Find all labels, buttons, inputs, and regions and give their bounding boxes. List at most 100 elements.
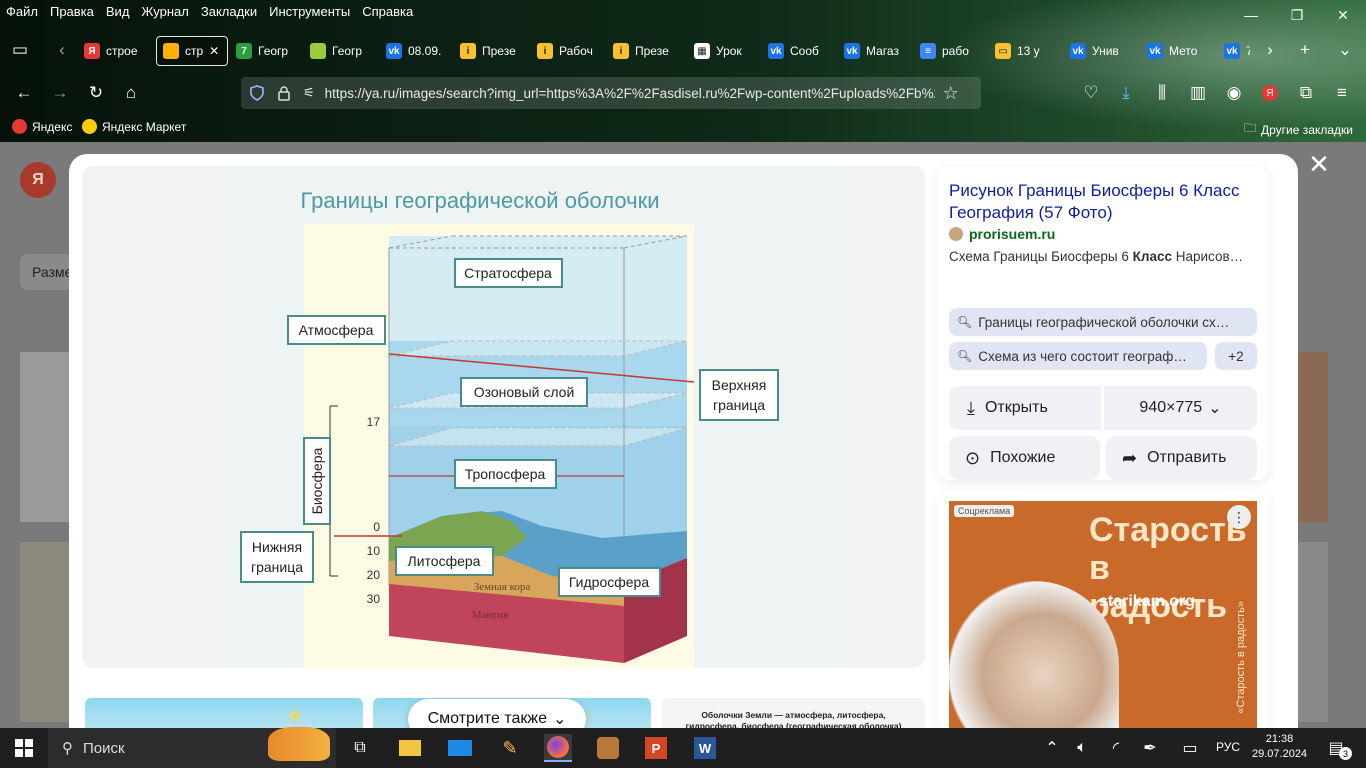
tab[interactable]: vk Мето xyxy=(1147,36,1211,66)
tabs-scroll-left-button[interactable]: ‹ xyxy=(48,36,76,64)
side-thumb[interactable] xyxy=(1298,542,1328,722)
bookmark-market[interactable]: Яндекс Маркет xyxy=(82,119,186,134)
bookmark-yandex[interactable]: Яндекс xyxy=(12,119,72,134)
tab[interactable]: Геогр xyxy=(310,36,374,66)
menu-help[interactable]: Справка xyxy=(356,4,419,19)
game-icon xyxy=(597,737,619,759)
menu-tools[interactable]: Инструменты xyxy=(263,4,356,19)
pen-icon: ✒ xyxy=(1143,740,1157,757)
side-thumb[interactable] xyxy=(20,542,69,722)
taskbar-mail[interactable] xyxy=(446,734,474,762)
tab-label: Магаз xyxy=(866,44,899,58)
network-button[interactable]: ◜ xyxy=(1102,734,1130,762)
yandex-extension-button[interactable]: Я xyxy=(1256,79,1284,107)
share-button[interactable]: ➦ Отправить xyxy=(1106,436,1257,480)
tab[interactable]: vk Унив xyxy=(1070,36,1134,66)
library-button[interactable]: ⫼ xyxy=(1148,79,1176,107)
open-button[interactable]: ⤓ Открыть xyxy=(949,386,1101,430)
forward-button[interactable]: → xyxy=(46,79,74,107)
back-button[interactable]: ← xyxy=(10,79,38,107)
url-text[interactable]: https://ya.ru/images/search?img_url=http… xyxy=(325,86,935,101)
account-button[interactable]: ◉ xyxy=(1220,79,1248,107)
tab[interactable]: ▭ 13 у xyxy=(995,36,1057,66)
size-dropdown[interactable]: 940×775 ⌄ xyxy=(1104,386,1257,430)
other-bookmarks[interactable]: 🗀 Другие закладки xyxy=(1244,119,1353,140)
star-icon[interactable]: ☆ xyxy=(943,83,959,104)
tab[interactable]: vk Магаз xyxy=(844,36,908,66)
tab[interactable]: vk Сооб xyxy=(768,36,832,66)
menu-file[interactable]: Файл xyxy=(0,4,44,19)
menu-view[interactable]: Вид xyxy=(100,4,136,19)
tray-overflow-button[interactable]: ⌃ xyxy=(1038,734,1066,762)
tab[interactable]: Ястрое xyxy=(84,36,144,66)
maximize-button[interactable]: ❐ xyxy=(1274,0,1320,30)
home-button[interactable]: ⌂ xyxy=(117,79,145,107)
side-thumb[interactable] xyxy=(1298,352,1328,522)
tab[interactable]: 7 Геогр xyxy=(236,36,300,66)
thumbnail[interactable]: Оболочки Земли — атмосфера, литосфера, г… xyxy=(662,698,925,728)
size-label: 940×775 xyxy=(1139,399,1203,416)
more-queries-chip[interactable]: +2 xyxy=(1215,342,1257,370)
taskbar-word[interactable]: W xyxy=(691,734,719,762)
tiger-widget[interactable] xyxy=(264,727,334,761)
taskbar-explorer[interactable] xyxy=(396,734,424,762)
notifications-button[interactable]: ▤ 3 xyxy=(1322,734,1352,762)
tab[interactable]: i Рабоч xyxy=(537,36,601,66)
start-button[interactable] xyxy=(10,734,38,762)
pen-button[interactable]: ✒ xyxy=(1136,734,1164,762)
new-tab-button[interactable]: + xyxy=(1291,36,1319,64)
close-tab-icon[interactable]: ✕ xyxy=(209,44,219,58)
scale-label: 20 xyxy=(367,568,381,582)
extensions-button[interactable]: ⧉ xyxy=(1292,79,1320,107)
main-image[interactable]: Границы географической оболочки 17 0 10 … xyxy=(82,166,925,668)
desc-text: Схема Границы Биосферы 6 xyxy=(949,249,1133,264)
menu-bookmarks[interactable]: Закладки xyxy=(195,4,263,19)
taskbar-cleaner[interactable]: ✎ xyxy=(496,734,524,762)
taskbar-powerpoint[interactable]: P xyxy=(642,734,670,762)
tab[interactable]: vk 7 xyxy=(1224,36,1250,66)
volume-button[interactable]: 🔈︎ xyxy=(1068,734,1096,762)
see-also-button[interactable]: Смотрите также ⌄ xyxy=(408,699,586,728)
clock[interactable]: 21:38 29.07.2024 xyxy=(1252,732,1307,762)
result-title[interactable]: Рисунок Границы Биосферы 6 Класс Географ… xyxy=(949,180,1259,224)
downloads-button[interactable]: ⤓ xyxy=(1112,79,1140,107)
thumbnail[interactable]: ☀ xyxy=(85,698,363,728)
minimize-button[interactable]: — xyxy=(1228,0,1274,30)
chevron-down-icon: ⌄ xyxy=(553,711,567,728)
tabs-scroll-right-button[interactable]: › xyxy=(1256,36,1284,64)
similar-button[interactable]: ⊙ Похожие xyxy=(949,436,1100,480)
task-view-button[interactable]: ⧉ xyxy=(346,734,374,762)
taskbar-firefox[interactable] xyxy=(544,734,572,762)
tab-favicon-icon: vk xyxy=(386,43,402,59)
yandex-logo[interactable]: Я xyxy=(20,162,56,198)
close-modal-button[interactable]: ✕ xyxy=(1305,149,1333,179)
label-biosphere: Биосфера xyxy=(309,447,325,514)
tab[interactable]: стр ✕ xyxy=(156,36,228,66)
side-thumb[interactable] xyxy=(20,352,69,522)
taskbar-game[interactable] xyxy=(594,734,622,762)
address-bar[interactable]: ⚟ https://ya.ru/images/search?img_url=ht… xyxy=(241,77,981,109)
close-window-button[interactable]: ✕ xyxy=(1320,0,1366,30)
language-indicator[interactable]: РУС xyxy=(1216,740,1240,754)
result-source[interactable]: prorisuem.ru xyxy=(949,226,1055,242)
sidebar-button[interactable]: ▥ xyxy=(1184,79,1212,107)
menu-edit[interactable]: Правка xyxy=(44,4,100,19)
scale-label: 10 xyxy=(367,544,381,558)
tab[interactable]: ≡ рабо xyxy=(920,36,984,66)
list-tabs-button[interactable]: ⌄ xyxy=(1331,36,1359,64)
app-menu-button[interactable]: ≡ xyxy=(1328,79,1356,107)
tab-overview-button[interactable]: ▭ xyxy=(6,36,34,64)
social-ad[interactable]: Соцреклама ⋮ Старость в радость starikam… xyxy=(937,492,1269,728)
tab[interactable]: ▦ Урок xyxy=(694,36,760,66)
related-query-chip[interactable]: 🔍︎ Границы географической оболочки сх… xyxy=(949,308,1257,336)
screen: Файл Правка Вид Журнал Закладки Инструме… xyxy=(0,0,1366,768)
tab[interactable]: i Презе xyxy=(460,36,524,66)
menu-history[interactable]: Журнал xyxy=(135,4,194,19)
keyboard-button[interactable]: ▭ xyxy=(1176,734,1204,762)
tab[interactable]: i Презе xyxy=(613,36,677,66)
pocket-button[interactable]: ♡ xyxy=(1077,79,1105,107)
permissions-icon[interactable]: ⚟ xyxy=(303,85,315,101)
reload-button[interactable]: ↻ xyxy=(82,79,110,107)
tab[interactable]: vk 08.09. xyxy=(386,36,450,66)
related-query-chip[interactable]: 🔍︎ Схема из чего состоит географ… xyxy=(949,342,1207,370)
